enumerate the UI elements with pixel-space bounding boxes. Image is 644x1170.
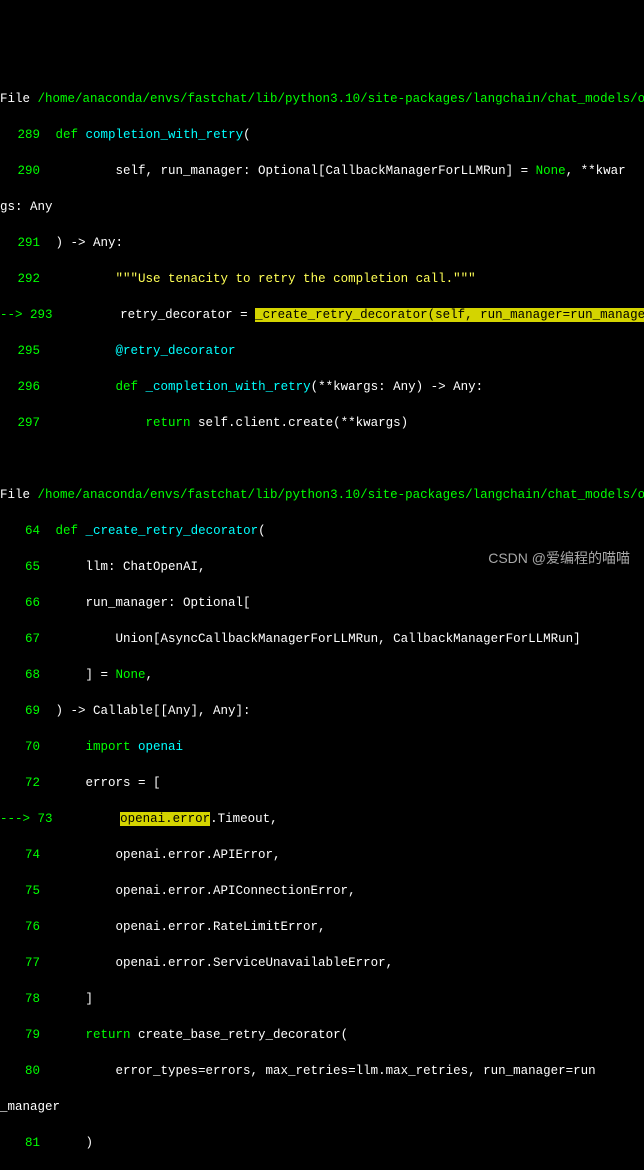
- arrow-icon: -->: [0, 308, 23, 322]
- file-label: File: [0, 92, 38, 106]
- lineno: 65: [0, 558, 48, 576]
- lineno: 296: [0, 378, 48, 396]
- code-line: 64 def _create_retry_decorator(: [0, 522, 644, 540]
- frame2-header: File /home/anaconda/envs/fastchat/lib/py…: [0, 486, 644, 504]
- code-line: 292 """Use tenacity to retry the complet…: [0, 270, 644, 288]
- lineno: 77: [0, 954, 48, 972]
- code-line: 77 openai.error.ServiceUnavailableError,: [0, 954, 644, 972]
- docstring: """Use tenacity to retry the completion …: [116, 272, 476, 286]
- code-line: 297 return self.client.create(**kwargs): [0, 414, 644, 432]
- code-line: 67 Union[AsyncCallbackManagerForLLMRun, …: [0, 630, 644, 648]
- code-line: 70 import openai: [0, 738, 644, 756]
- lineno: 79: [0, 1026, 48, 1044]
- file-path: /home/anaconda/envs/fastchat/lib/python3…: [38, 92, 644, 106]
- code-line: 290 self, run_manager: Optional[Callback…: [0, 162, 644, 180]
- decorator: @retry_decorator: [116, 344, 236, 358]
- code-line: 76 openai.error.RateLimitError,: [0, 918, 644, 936]
- lineno: 66: [0, 594, 48, 612]
- lineno: 297: [0, 414, 48, 432]
- code-line: 66 run_manager: Optional[: [0, 594, 644, 612]
- lineno: 67: [0, 630, 48, 648]
- lineno: 64: [0, 522, 48, 540]
- lineno: 295: [0, 342, 48, 360]
- lineno: 81: [0, 1134, 48, 1152]
- lineno: 293: [30, 308, 53, 322]
- code-line: 68 ] = None,: [0, 666, 644, 684]
- current-line: --> 293 retry_decorator = _create_retry_…: [0, 306, 644, 324]
- file-path: /home/anaconda/envs/fastchat/lib/python3…: [38, 488, 644, 502]
- watermark: CSDN @爱编程的喵喵: [488, 549, 630, 567]
- highlight: _create_retry_decorator(self, run_manage…: [255, 308, 644, 322]
- lineno: 75: [0, 882, 48, 900]
- lineno: 70: [0, 738, 48, 756]
- lineno: 290: [0, 162, 48, 180]
- code-line: 296 def _completion_with_retry(**kwargs:…: [0, 378, 644, 396]
- lineno: 72: [0, 774, 48, 792]
- code-line-wrap: gs: Any: [0, 198, 644, 216]
- code-line: 75 openai.error.APIConnectionError,: [0, 882, 644, 900]
- code-line: 291 ) -> Any:: [0, 234, 644, 252]
- code-line: 295 @retry_decorator: [0, 342, 644, 360]
- lineno: 291: [0, 234, 48, 252]
- code-line: 74 openai.error.APIError,: [0, 846, 644, 864]
- highlight: openai.error: [120, 812, 210, 826]
- code-line: 80 error_types=errors, max_retries=llm.m…: [0, 1062, 644, 1080]
- code-line-wrap: _manager: [0, 1098, 644, 1116]
- lineno: 68: [0, 666, 48, 684]
- lineno: 73: [38, 812, 53, 826]
- file-label: File: [0, 488, 38, 502]
- lineno: 78: [0, 990, 48, 1008]
- lineno: 74: [0, 846, 48, 864]
- current-line: ---> 73 openai.error.Timeout,: [0, 810, 644, 828]
- code-line: 69 ) -> Callable[[Any], Any]:: [0, 702, 644, 720]
- code-line: 78 ]: [0, 990, 644, 1008]
- traceback-output: File /home/anaconda/envs/fastchat/lib/py…: [0, 72, 644, 1170]
- lineno: 69: [0, 702, 48, 720]
- lineno: 289: [0, 126, 48, 144]
- code-line: 79 return create_base_retry_decorator(: [0, 1026, 644, 1044]
- lineno: 80: [0, 1062, 48, 1080]
- code-line: 81 ): [0, 1134, 644, 1152]
- frame1-header: File /home/anaconda/envs/fastchat/lib/py…: [0, 90, 644, 108]
- code-line: 289 def completion_with_retry(: [0, 126, 644, 144]
- lineno: 292: [0, 270, 48, 288]
- arrow-icon: --->: [0, 812, 30, 826]
- lineno: 76: [0, 918, 48, 936]
- code-line: 72 errors = [: [0, 774, 644, 792]
